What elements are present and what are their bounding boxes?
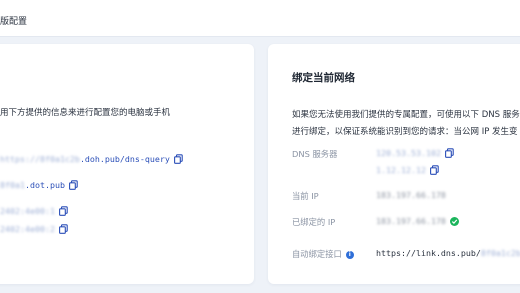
bind-network-card: 绑定当前网络 如果您无法使用我们提供的专属配置，可使用以下 DNS 服务 进行绑… [268, 44, 520, 284]
check-circle-icon [449, 216, 459, 226]
dns-server-secondary: 1.12.12.12 [376, 165, 439, 175]
ipv6-address-row: 2402:4e00:2 [0, 224, 68, 234]
auto-bind-url[interactable]: https://link.dns.pub/8f0a1c2b3d [376, 248, 520, 258]
auto-bind-url-token: 8f0a1c2b3d [480, 248, 520, 258]
breadcrumb: 版配置 [0, 17, 28, 27]
doh-address: .doh.pub/dns-query [79, 154, 170, 164]
dns-server-primary-value: 120.53.53.102 [376, 148, 441, 158]
auto-bind-label: 自动绑定接口 i [292, 248, 354, 260]
ipv6-address-row: 2402:4e00:1 [0, 206, 68, 216]
dot-address-id: 8f0a1 [0, 180, 25, 190]
dot-address-row: 8f0a1.dot.pub [0, 180, 78, 190]
current-ip: 183.197.66.178 [376, 190, 446, 200]
copy-icon[interactable] [59, 224, 68, 234]
auto-bind-url-text: https://link.dns.pub/ [376, 248, 481, 258]
copy-icon[interactable] [444, 148, 454, 158]
ipv6-address: 2402:4e00:1 [0, 206, 55, 216]
dns-server-primary: 120.53.53.102 [376, 148, 454, 158]
bound-ip-value: 183.197.66.178 [376, 216, 446, 226]
doh-address-id: https://8f0a1c2b [0, 154, 80, 164]
bind-description-line-1: 如果您无法使用我们提供的专属配置，可使用以下 DNS 服务 [292, 110, 520, 120]
doh-address-row: https://8f0a1c2b.doh.pub/dns-query [0, 154, 183, 164]
info-icon[interactable]: i [345, 250, 354, 259]
copy-icon[interactable] [59, 206, 68, 216]
ipv6-address: 2402:4e00:2 [0, 224, 55, 234]
dns-server-label: DNS 服务器 [292, 149, 338, 159]
dot-address: .dot.pub [24, 180, 65, 190]
copy-icon[interactable] [173, 154, 183, 164]
auto-bind-label-text: 自动绑定接口 [292, 249, 342, 259]
bound-ip-label: 已绑定的 IP [292, 217, 336, 227]
section-title: 绑定当前网络 [292, 72, 355, 84]
dns-config-card: 用下方提供的信息来进行配置您的电脑或手机 https://8f0a1c2b.do… [0, 44, 254, 284]
current-ip-label: 当前 IP [292, 191, 319, 201]
dns-server-secondary-value: 1.12.12.12 [376, 165, 426, 175]
copy-icon[interactable] [430, 165, 439, 175]
bound-ip: 183.197.66.178 [376, 216, 459, 226]
current-ip-value: 183.197.66.178 [376, 190, 446, 200]
config-description: 用下方提供的信息来进行配置您的电脑或手机 [0, 108, 171, 118]
copy-icon[interactable] [69, 180, 78, 190]
top-bar: 版配置 [0, 0, 520, 37]
bind-description-line-2: 进行绑定，以保证系统能识别到您的请求：当公网 IP 发生变 [292, 127, 518, 137]
